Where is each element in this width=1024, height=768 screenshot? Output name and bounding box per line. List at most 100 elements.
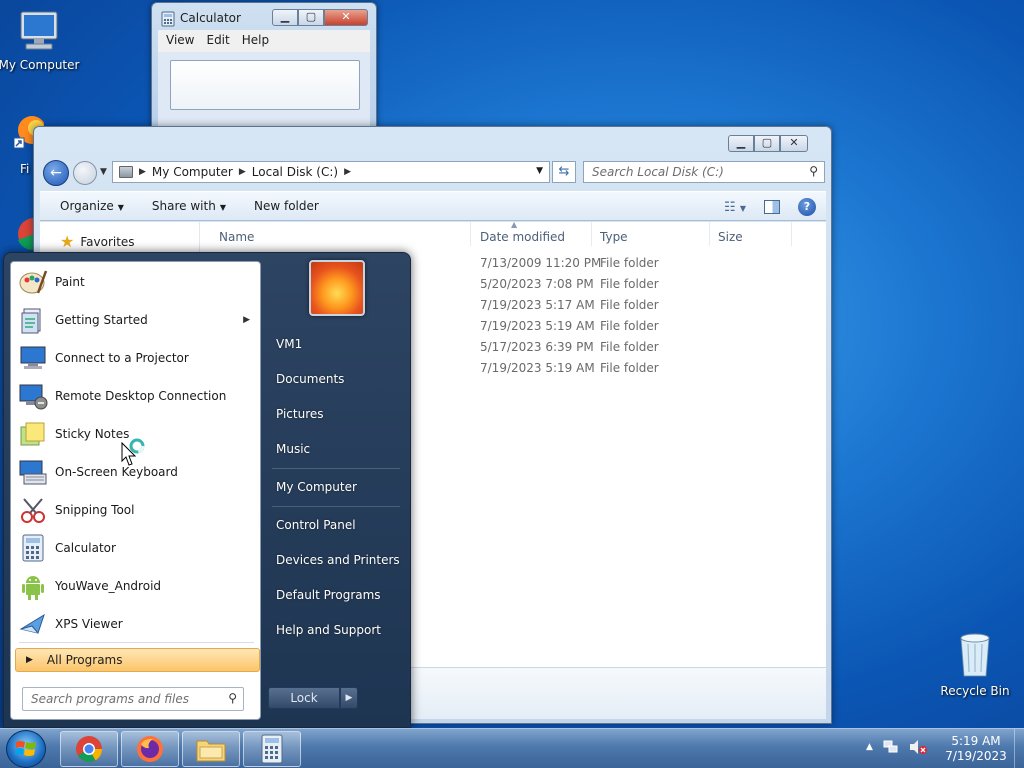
minimize-button[interactable]: ▁ — [272, 9, 298, 26]
desktop-icon-label: My Computer — [0, 58, 80, 72]
shutdown-options-button[interactable]: ▶ — [340, 687, 358, 709]
help-icon[interactable]: ? — [798, 198, 816, 216]
column-header-type[interactable]: Type — [592, 222, 710, 246]
chevron-right-icon[interactable]: ▶ — [344, 167, 351, 177]
start-item-control-panel[interactable]: Control Panel — [276, 518, 356, 532]
clock-time: 5:19 AM — [951, 734, 1001, 748]
menu-edit[interactable]: Edit — [206, 33, 229, 49]
column-header-date[interactable]: Date modified — [472, 222, 592, 246]
start-menu: Paint Getting Started ▶ Connect to a Pro… — [3, 252, 411, 728]
user-picture[interactable] — [309, 260, 365, 316]
clock-date: 7/19/2023 — [945, 749, 1007, 763]
start-item-default-programs[interactable]: Default Programs — [276, 588, 381, 602]
menu-help[interactable]: Help — [242, 33, 269, 49]
search-icon[interactable]: ⚲ — [809, 164, 818, 178]
column-header-size[interactable]: Size — [710, 222, 792, 246]
taskbar-chrome[interactable] — [60, 731, 118, 767]
program-connect-projector[interactable]: Connect to a Projector — [11, 339, 260, 377]
program-paint[interactable]: Paint — [11, 263, 260, 301]
nav-favorites[interactable]: ★ Favorites — [60, 232, 135, 251]
row-type: File folder — [600, 298, 659, 312]
lock-button[interactable]: Lock — [268, 687, 340, 709]
star-icon: ★ — [60, 232, 75, 251]
program-calculator[interactable]: Calculator — [11, 529, 260, 567]
system-tray: ▲ — [866, 739, 927, 755]
volume-muted-icon[interactable] — [909, 739, 927, 755]
taskbar-calculator[interactable] — [243, 731, 301, 767]
start-item-music[interactable]: Music — [276, 442, 310, 456]
taskbar-explorer[interactable] — [182, 731, 240, 767]
back-button[interactable]: ← — [43, 160, 69, 186]
program-remote-desktop[interactable]: Remote Desktop Connection — [11, 377, 260, 415]
new-folder-button[interactable]: New folder — [254, 199, 319, 213]
calculator-icon — [261, 734, 283, 764]
maximize-button[interactable]: ▢ — [754, 135, 780, 152]
calculator-icon — [161, 11, 175, 27]
show-hidden-icons-button[interactable]: ▲ — [866, 742, 873, 752]
chevron-down-icon: ▼ — [219, 203, 226, 212]
start-item-devices-printers[interactable]: Devices and Printers — [276, 553, 400, 567]
program-label: On-Screen Keyboard — [55, 465, 178, 479]
row-date: 5/17/2023 6:39 PM — [480, 340, 594, 354]
android-icon — [17, 570, 49, 602]
start-item-pictures[interactable]: Pictures — [276, 407, 324, 421]
start-search-input[interactable]: Search programs and files ⚲ — [22, 687, 244, 711]
program-label: Calculator — [55, 541, 116, 555]
view-options-button[interactable]: ☷ ▼ — [724, 200, 746, 215]
window-controls: ▁ ▢ ✕ — [272, 9, 368, 26]
command-bar: Organize ▼ Share with ▼ New folder ☷ ▼ ? — [40, 191, 826, 221]
close-button[interactable]: ✕ — [324, 9, 368, 26]
network-icon[interactable] — [883, 739, 899, 755]
row-date: 7/19/2023 5:19 AM — [480, 319, 595, 333]
favorites-label: Favorites — [80, 234, 135, 249]
recent-pages-dropdown[interactable]: ▼ — [100, 167, 107, 177]
start-item-help-support[interactable]: Help and Support — [276, 623, 381, 637]
maximize-button[interactable]: ▢ — [298, 9, 324, 26]
desktop-icon-chrome-shortcut[interactable] — [14, 216, 50, 252]
desktop-icon-label: Fi — [20, 162, 30, 176]
menu-bar: View Edit Help — [158, 30, 370, 52]
explorer-search-input[interactable]: Search Local Disk (C:) ⚲ — [583, 161, 825, 183]
program-snipping-tool[interactable]: Snipping Tool — [11, 491, 260, 529]
chevron-down-icon: ▼ — [117, 203, 124, 212]
start-button[interactable] — [6, 730, 46, 768]
start-item-documents[interactable]: Documents — [276, 372, 344, 386]
forward-button[interactable] — [73, 161, 97, 185]
divider — [272, 506, 400, 507]
program-label: Remote Desktop Connection — [55, 389, 227, 403]
preview-pane-icon[interactable] — [764, 200, 780, 214]
calculator-icon — [17, 532, 49, 564]
chevron-right-icon[interactable]: ▶ — [239, 167, 246, 177]
desktop-icon-my-computer[interactable]: My Computer — [0, 8, 82, 72]
all-programs-button[interactable]: ▶ All Programs — [15, 648, 260, 672]
calculator-display — [170, 60, 360, 110]
address-bar[interactable]: ▶ My Computer ▶ Local Disk (C:) ▶ ▼ — [112, 161, 550, 183]
minimize-button[interactable]: ▁ — [728, 135, 754, 152]
share-with-button[interactable]: Share with ▼ — [152, 199, 226, 213]
search-icon[interactable]: ⚲ — [228, 691, 237, 705]
clock[interactable]: 5:19 AM 7/19/2023 — [936, 734, 1016, 764]
search-placeholder: Search Local Disk (C:) — [592, 165, 724, 179]
chevron-right-icon: ▶ — [243, 315, 250, 325]
program-xps-viewer[interactable]: XPS Viewer — [11, 605, 260, 643]
organize-button[interactable]: Organize ▼ — [60, 199, 124, 213]
column-header-name[interactable]: ▲ Name — [211, 220, 517, 246]
refresh-button[interactable]: ⇆ — [552, 161, 576, 183]
breadcrumb-local-disk[interactable]: Local Disk (C:) — [252, 165, 338, 179]
program-label: XPS Viewer — [55, 617, 123, 631]
program-getting-started[interactable]: Getting Started ▶ — [11, 301, 260, 339]
breadcrumb-my-computer[interactable]: My Computer — [152, 165, 233, 179]
sticky-notes-icon — [17, 418, 49, 450]
desktop-icon-recycle-bin[interactable]: Recycle Bin — [932, 630, 1018, 698]
close-button[interactable]: ✕ — [780, 135, 808, 152]
show-desktop-button[interactable] — [1014, 729, 1024, 768]
calculator-window[interactable]: Calculator ▁ ▢ ✕ View Edit Help — [151, 2, 377, 128]
menu-view[interactable]: View — [166, 33, 194, 49]
start-item-my-computer[interactable]: My Computer — [276, 480, 357, 494]
start-item-user[interactable]: VM1 — [276, 337, 302, 351]
window-title: Calculator — [180, 11, 241, 25]
row-date: 7/19/2023 5:19 AM — [480, 361, 595, 375]
taskbar-firefox[interactable] — [121, 731, 179, 767]
program-youwave-android[interactable]: YouWave_Android — [11, 567, 260, 605]
address-dropdown-icon[interactable]: ▼ — [536, 166, 543, 176]
